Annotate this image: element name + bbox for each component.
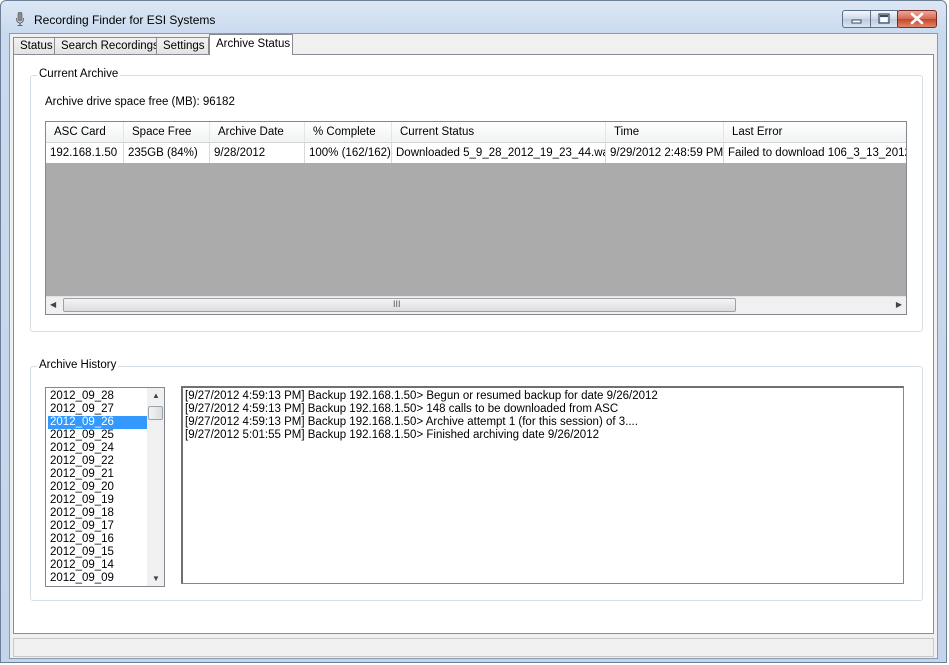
- tab-status[interactable]: Status: [13, 37, 55, 54]
- scroll-left-icon[interactable]: ◀: [50, 300, 56, 309]
- column-header[interactable]: Last Error: [724, 122, 906, 142]
- list-item[interactable]: 2012_09_20: [48, 481, 147, 494]
- date-listbox[interactable]: 2012_09_28 2012_09_27 2012_09_26 2012_09…: [45, 387, 165, 587]
- list-item[interactable]: 2012_09_15: [48, 546, 147, 559]
- horizontal-scrollbar[interactable]: ◀ III ▶: [46, 296, 906, 314]
- listview-header: ASC Card Space Free Archive Date % Compl…: [46, 122, 906, 143]
- table-row[interactable]: 192.168.1.50 235GB (84%) 9/28/2012 100% …: [46, 143, 906, 163]
- column-header[interactable]: % Complete: [305, 122, 392, 142]
- column-header[interactable]: Current Status: [392, 122, 606, 142]
- current-archive-group: Current Archive Archive drive space free…: [30, 68, 923, 332]
- list-item[interactable]: 2012_09_16: [48, 533, 147, 546]
- app-window: Recording Finder for ESI Systems Status …: [0, 0, 947, 663]
- tab-label: Status: [20, 40, 53, 52]
- log-line: [9/27/2012 4:59:13 PM] Backup 192.168.1.…: [185, 403, 619, 415]
- list-item[interactable]: 2012_09_18: [48, 507, 147, 520]
- scroll-down-icon[interactable]: ▼: [152, 574, 160, 583]
- tab-search-recordings[interactable]: Search Recordings: [54, 37, 159, 54]
- tab-archive-status[interactable]: Archive Status: [209, 34, 293, 55]
- column-header[interactable]: Space Free: [124, 122, 210, 142]
- archive-listview[interactable]: ASC Card Space Free Archive Date % Compl…: [45, 121, 907, 315]
- list-item[interactable]: 2012_09_17: [48, 520, 147, 533]
- list-item[interactable]: 2012_09_25: [48, 429, 147, 442]
- list-item[interactable]: 2012_09_21: [48, 468, 147, 481]
- log-line: [9/27/2012 4:59:13 PM] Backup 192.168.1.…: [185, 390, 658, 402]
- column-header[interactable]: Archive Date: [210, 122, 305, 142]
- maximize-icon: [878, 13, 890, 24]
- scroll-grip: III: [393, 299, 401, 309]
- archive-history-title: Archive History: [37, 359, 119, 371]
- scroll-right-icon[interactable]: ▶: [896, 300, 902, 309]
- archive-status-page: Current Archive Archive drive space free…: [13, 54, 934, 634]
- status-bar: [13, 638, 934, 657]
- list-item[interactable]: 2012_09_14: [48, 559, 147, 572]
- close-icon: [910, 12, 924, 25]
- history-log[interactable]: [9/27/2012 4:59:13 PM] Backup 192.168.1.…: [181, 386, 904, 584]
- column-header[interactable]: ASC Card: [46, 122, 124, 142]
- column-header[interactable]: Time: [606, 122, 724, 142]
- tab-settings[interactable]: Settings: [156, 37, 209, 54]
- list-item[interactable]: 2012_09_22: [48, 455, 147, 468]
- tab-label: Archive Status: [216, 38, 291, 50]
- archive-history-group: Archive History 2012_09_28 2012_09_27 20…: [30, 359, 923, 601]
- drive-space-label: Archive drive space free (MB): 96182: [45, 96, 235, 108]
- current-archive-title: Current Archive: [37, 68, 121, 80]
- cell-last-error: Failed to download 106_3_13_2012_: [728, 147, 907, 159]
- minimize-icon: [851, 19, 862, 24]
- window-title: Recording Finder for ESI Systems: [34, 13, 216, 27]
- title-bar[interactable]: Recording Finder for ESI Systems: [1, 1, 946, 33]
- close-button[interactable]: [897, 10, 937, 28]
- tab-label: Search Recordings: [61, 40, 159, 52]
- cell-time: 9/29/2012 2:48:59 PM: [606, 143, 724, 163]
- list-item[interactable]: 2012_09_19: [48, 494, 147, 507]
- list-item-selected[interactable]: 2012_09_26: [48, 416, 147, 429]
- scroll-up-icon[interactable]: ▲: [152, 391, 160, 400]
- scroll-thumb[interactable]: [148, 406, 163, 420]
- scroll-thumb[interactable]: III: [63, 298, 736, 312]
- minimize-button[interactable]: [842, 10, 871, 28]
- maximize-button[interactable]: [870, 10, 898, 28]
- cell-current-status: Downloaded 5_9_28_2012_19_23_44.wav: [392, 143, 606, 163]
- cell-percent-complete: 100% (162/162): [305, 143, 392, 163]
- log-line: [9/27/2012 4:59:13 PM] Backup 192.168.1.…: [185, 416, 638, 428]
- client-area: Status Search Recordings Settings Archiv…: [9, 33, 938, 659]
- microphone-icon: [16, 12, 24, 26]
- cell-archive-date: 9/28/2012: [210, 143, 305, 163]
- cell-space-free: 235GB (84%): [124, 143, 210, 163]
- log-line: [9/27/2012 5:01:55 PM] Backup 192.168.1.…: [185, 429, 599, 441]
- list-item[interactable]: 2012_09_28: [48, 390, 147, 403]
- list-item[interactable]: 2012_09_24: [48, 442, 147, 455]
- list-item[interactable]: 2012_09_09: [48, 572, 147, 585]
- vertical-scrollbar[interactable]: ▲ ▼: [147, 388, 164, 586]
- tab-label: Settings: [163, 40, 205, 52]
- cell-asc-card: 192.168.1.50: [46, 143, 124, 163]
- list-item[interactable]: 2012_09_27: [48, 403, 147, 416]
